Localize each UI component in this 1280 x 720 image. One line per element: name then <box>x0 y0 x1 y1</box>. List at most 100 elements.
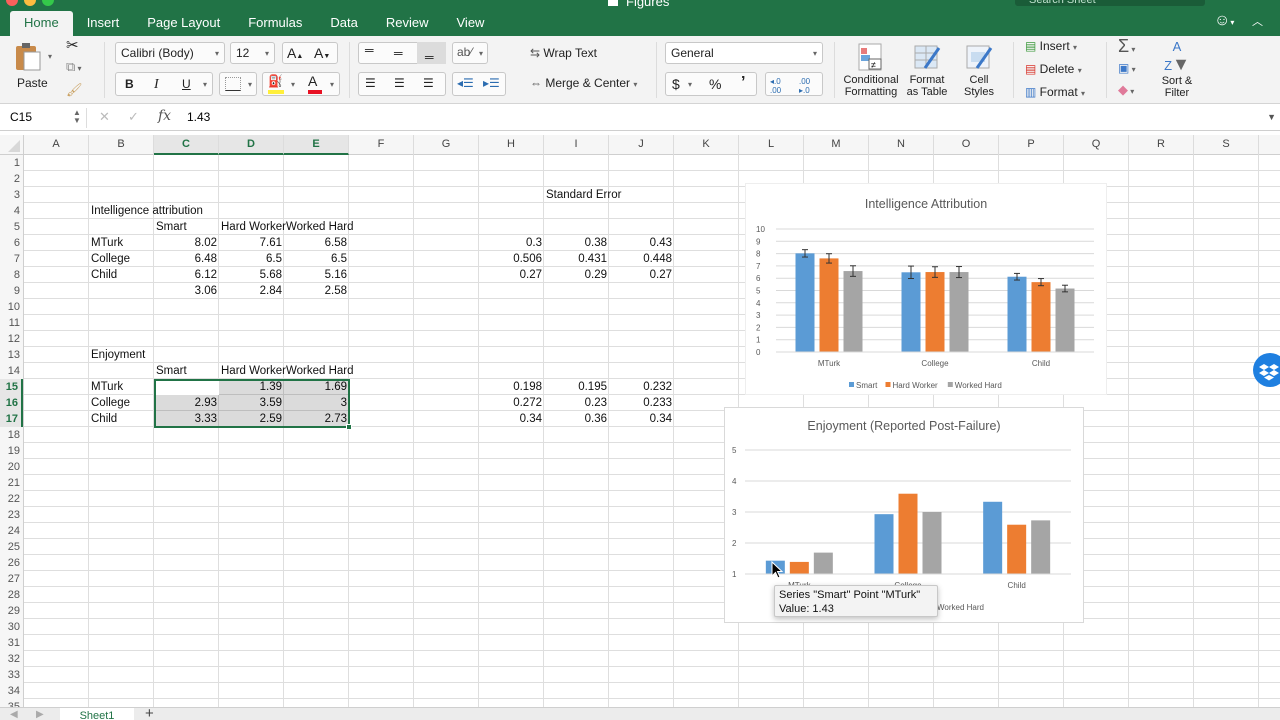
cell-j8[interactable]: 0.27 <box>609 267 674 283</box>
previous-sheet-button[interactable]: ◀ <box>10 709 18 720</box>
row-header-8[interactable]: 8 <box>0 267 23 283</box>
row-header-2[interactable]: 2 <box>0 171 23 187</box>
insert-cells-button[interactable]: ▤ Insert ▾ <box>1025 39 1077 53</box>
percent-button[interactable]: % <box>709 76 721 92</box>
minimize-window-button[interactable] <box>24 0 36 6</box>
cancel-entry-icon[interactable]: ✕ <box>99 109 110 125</box>
cell-e5[interactable]: Worked Hard <box>284 219 356 235</box>
align-top-button[interactable]: ═ <box>365 43 374 57</box>
cell-j16[interactable]: 0.233 <box>609 395 674 411</box>
column-header-n[interactable]: N <box>869 135 934 155</box>
tab-page-layout[interactable]: Page Layout <box>133 11 234 36</box>
row-header-7[interactable]: 7 <box>0 251 23 267</box>
confirm-entry-icon[interactable]: ✓ <box>128 109 139 125</box>
column-header-b[interactable]: B <box>89 135 154 155</box>
row-header-34[interactable]: 34 <box>0 683 23 699</box>
row-header-13[interactable]: 13 <box>0 347 23 363</box>
name-box-stepper[interactable]: ▲ ▼ <box>73 109 81 125</box>
format-cells-button[interactable]: ▥ Format ▾ <box>1025 85 1085 99</box>
cell-b15[interactable]: MTurk <box>89 379 125 395</box>
decrease-decimal-button[interactable]: .00 ▸.0 <box>799 77 810 95</box>
number-format-select[interactable]: General ▾ <box>665 42 823 64</box>
autosum-button[interactable]: Σ ▾ <box>1118 36 1135 57</box>
cell-i16[interactable]: 0.23 <box>544 395 609 411</box>
italic-button[interactable]: I <box>154 77 159 93</box>
column-header-g[interactable]: G <box>414 135 479 155</box>
row-header-1[interactable]: 1 <box>0 155 23 171</box>
column-header-o[interactable]: O <box>934 135 999 155</box>
sheet-tab-sheet1[interactable]: Sheet1 <box>60 708 134 720</box>
column-header-p[interactable]: P <box>999 135 1064 155</box>
column-header-q[interactable]: Q <box>1064 135 1129 155</box>
cell-c5[interactable]: Smart <box>154 219 189 235</box>
expand-formula-bar-icon[interactable]: ▼ <box>1267 112 1276 122</box>
insert-function-icon[interactable]: fx <box>158 108 171 124</box>
fill-handle[interactable] <box>346 424 352 430</box>
decrease-font-size-button[interactable]: A▼ <box>314 45 330 61</box>
cell-j6[interactable]: 0.43 <box>609 235 674 251</box>
cell-h15[interactable]: 0.198 <box>479 379 544 395</box>
cell-b8[interactable]: Child <box>89 267 119 283</box>
currency-button[interactable]: $ <box>672 76 680 92</box>
row-header-5[interactable]: 5 <box>0 219 23 235</box>
row-header-18[interactable]: 18 <box>0 427 23 443</box>
cell-b7[interactable]: College <box>89 251 132 267</box>
sort-filter-button[interactable]: A Z▼ Sort & Filter <box>1155 40 1199 99</box>
cell-i15[interactable]: 0.195 <box>544 379 609 395</box>
merge-center-button[interactable]: ⇔ Merge & Center ▾ <box>530 76 637 90</box>
cell-c8[interactable]: 6.12 <box>154 267 219 283</box>
column-header-h[interactable]: H <box>479 135 544 155</box>
cell-i3[interactable]: Standard Error <box>544 187 623 203</box>
row-header-12[interactable]: 12 <box>0 331 23 347</box>
cell-i8[interactable]: 0.29 <box>544 267 609 283</box>
borders-button[interactable]: ▾ <box>219 72 257 96</box>
row-header-27[interactable]: 27 <box>0 571 23 587</box>
cell-h16[interactable]: 0.272 <box>479 395 544 411</box>
cell-c6[interactable]: 8.02 <box>154 235 219 251</box>
cell-c14[interactable]: Smart <box>154 363 189 379</box>
feedback-smiley-icon[interactable]: ☺▾ <box>1214 12 1234 30</box>
select-all-button[interactable] <box>0 135 24 155</box>
cell-h7[interactable]: 0.506 <box>479 251 544 267</box>
search-sheet-input[interactable]: Search Sheet <box>1015 0 1205 6</box>
cell-h17[interactable]: 0.34 <box>479 411 544 427</box>
increase-indent-button[interactable]: ▸☰ <box>483 76 500 90</box>
format-painter-icon[interactable]: 🖌 <box>66 82 83 98</box>
underline-button[interactable]: U <box>182 77 191 91</box>
cell-d6[interactable]: 7.61 <box>219 235 284 251</box>
cell-j17[interactable]: 0.34 <box>609 411 674 427</box>
paste-button[interactable]: ▾ <box>14 40 52 75</box>
cell-b6[interactable]: MTurk <box>89 235 125 251</box>
column-header-l[interactable]: L <box>739 135 804 155</box>
cell-b16[interactable]: College <box>89 395 132 411</box>
row-header-29[interactable]: 29 <box>0 603 23 619</box>
cell-d5[interactable]: Hard Worker <box>219 219 288 235</box>
column-header-a[interactable]: A <box>24 135 89 155</box>
orientation-button[interactable]: ab⁄ ▾ <box>452 42 488 64</box>
row-header-9[interactable]: 9 <box>0 283 23 299</box>
font-color-button[interactable]: A <box>308 73 322 94</box>
row-header-4[interactable]: 4 <box>0 203 23 219</box>
delete-cells-button[interactable]: ▤ Delete ▾ <box>1025 62 1082 76</box>
row-header-10[interactable]: 10 <box>0 299 23 315</box>
tab-review[interactable]: Review <box>372 11 443 36</box>
row-header-21[interactable]: 21 <box>0 475 23 491</box>
row-header-31[interactable]: 31 <box>0 635 23 651</box>
align-center-button[interactable]: ☰ <box>394 76 405 90</box>
row-header-17[interactable]: 17 <box>0 411 23 427</box>
align-right-button[interactable]: ☰ <box>423 76 434 90</box>
next-sheet-button[interactable]: ▶ <box>36 709 44 720</box>
column-header-e[interactable]: E <box>284 135 349 155</box>
column-header-j[interactable]: J <box>609 135 674 155</box>
cell-i17[interactable]: 0.36 <box>544 411 609 427</box>
row-header-6[interactable]: 6 <box>0 235 23 251</box>
fill-button[interactable]: ▣ ▾ <box>1118 61 1136 75</box>
row-header-19[interactable]: 19 <box>0 443 23 459</box>
align-left-button[interactable]: ☰ <box>365 76 376 90</box>
cell-h6[interactable]: 0.3 <box>479 235 544 251</box>
increase-font-size-button[interactable]: A▲ <box>287 45 303 61</box>
column-header-k[interactable]: K <box>674 135 739 155</box>
tab-home[interactable]: Home <box>10 11 73 36</box>
wrap-text-button[interactable]: ⇆ Wrap Text <box>530 46 597 60</box>
tab-view[interactable]: View <box>443 11 499 36</box>
